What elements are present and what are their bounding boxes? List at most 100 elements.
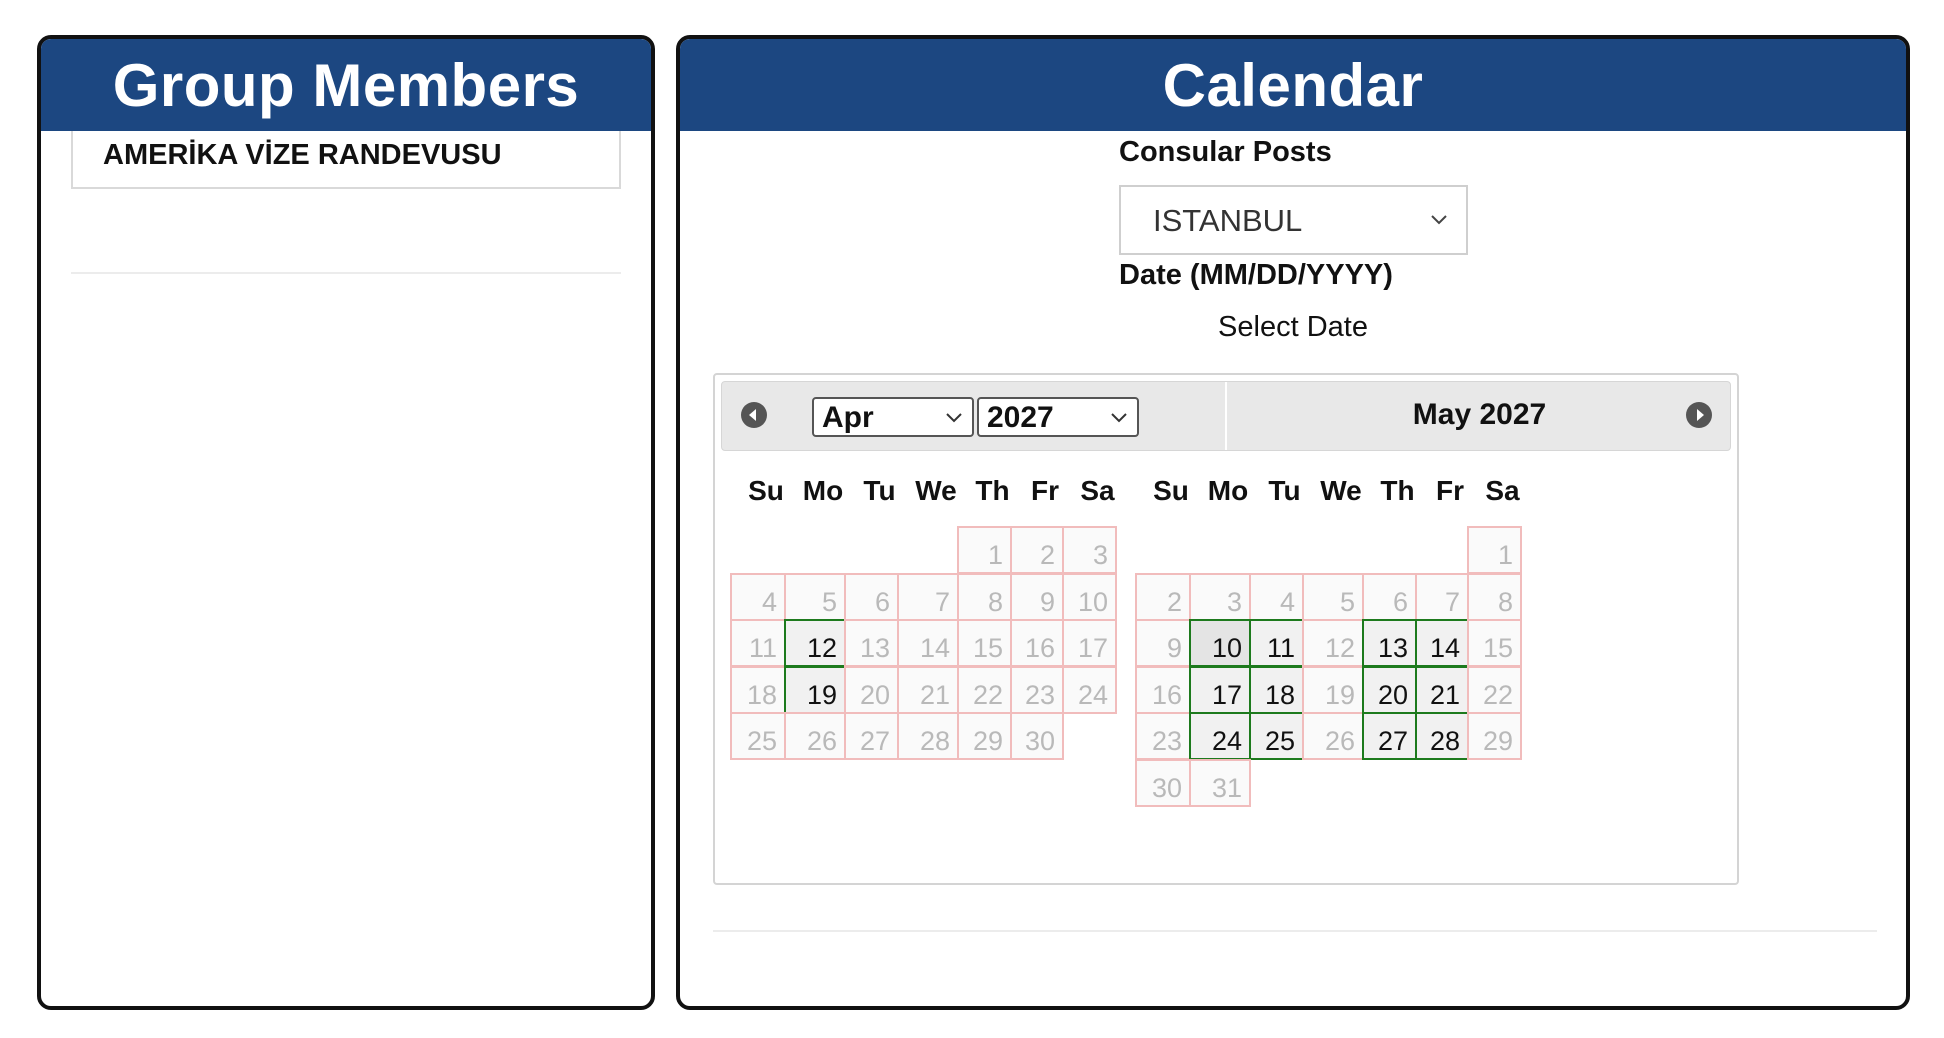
day-cell: 7 xyxy=(1415,572,1469,621)
weekday-header: We xyxy=(1320,475,1362,506)
day-cell: 6 xyxy=(844,572,899,621)
day-cell: 29 xyxy=(957,712,1012,760)
available-day-cell[interactable]: 13 xyxy=(1362,619,1417,667)
day-cell: 7 xyxy=(897,572,959,621)
day-cell: 15 xyxy=(957,619,1012,667)
available-day-cell[interactable]: 25 xyxy=(1249,712,1304,760)
day-cell: 2 xyxy=(1010,526,1064,574)
day-cell: 26 xyxy=(784,712,846,760)
day-cell: 10 xyxy=(1062,572,1117,621)
available-day-cell[interactable]: 19 xyxy=(784,665,846,714)
prev-month-button[interactable] xyxy=(741,402,767,428)
day-cell: 1 xyxy=(1467,526,1522,574)
day-cell: 4 xyxy=(730,572,786,621)
weekday-header: Sa xyxy=(1080,475,1115,506)
day-cell: 2 xyxy=(1135,572,1191,621)
weekday-header: Fr xyxy=(1436,475,1464,506)
consular-post-select[interactable]: ISTANBUL xyxy=(1119,185,1468,255)
month-grid-2: 1 2 3 4 5 6 7 8 9 10 11 12 13 14 15 16 17 18 19 20 21 22 23 24 2… xyxy=(1135,526,1605,876)
year-select-value: 2027 xyxy=(987,401,1054,434)
available-day-cell[interactable]: 11 xyxy=(1249,619,1304,667)
chevron-right-circle-icon xyxy=(1697,409,1704,421)
calendar-panel: Calendar Consular Posts ISTANBUL Date (M… xyxy=(676,35,1910,1010)
consular-post-value: ISTANBUL xyxy=(1153,203,1303,238)
day-cell: 12 xyxy=(1302,619,1364,667)
weekday-row-2: Su Mo Tu We Th Fr Sa xyxy=(1132,475,1602,509)
day-cell: 4 xyxy=(1249,572,1304,621)
available-day-cell[interactable]: 18 xyxy=(1249,665,1304,714)
day-cell: 3 xyxy=(1189,572,1251,621)
day-cell: 31 xyxy=(1189,758,1251,807)
day-cell: 14 xyxy=(897,619,959,667)
available-day-cell[interactable]: 14 xyxy=(1415,619,1469,667)
day-cell: 20 xyxy=(844,665,899,714)
weekday-header: We xyxy=(915,475,957,506)
month-select-value: Apr xyxy=(822,401,874,434)
day-cell: 18 xyxy=(730,665,786,714)
day-cell: 1 xyxy=(957,526,1012,574)
weekday-header: Th xyxy=(1380,475,1415,506)
day-cell: 9 xyxy=(1010,572,1064,621)
day-cell: 16 xyxy=(1010,619,1064,667)
weekday-header: Th xyxy=(975,475,1010,506)
calendar-title: Calendar xyxy=(680,39,1906,131)
day-cell: 30 xyxy=(1135,758,1191,807)
day-cell: 8 xyxy=(1467,572,1522,621)
day-cell: 22 xyxy=(1467,665,1522,714)
day-cell: 24 xyxy=(1062,665,1117,714)
day-cell: 22 xyxy=(957,665,1012,714)
day-cell: 28 xyxy=(897,712,959,760)
day-cell: 13 xyxy=(844,619,899,667)
weekday-header: Sa xyxy=(1485,475,1520,506)
day-cell: 8 xyxy=(957,572,1012,621)
available-day-cell[interactable]: 20 xyxy=(1362,665,1417,714)
chevron-down-icon xyxy=(1431,215,1447,225)
day-cell: 9 xyxy=(1135,619,1191,667)
day-cell: 16 xyxy=(1135,665,1191,714)
day-cell: 23 xyxy=(1010,665,1064,714)
available-day-cell[interactable]: 17 xyxy=(1189,665,1251,714)
group-members-panel: Group Members AMERİKA VİZE RANDEVUSU xyxy=(37,35,655,1010)
weekday-header: Mo xyxy=(802,475,844,506)
date-format-label: Date (MM/DD/YYYY) xyxy=(1119,259,1393,291)
available-day-cell[interactable]: 24 xyxy=(1189,712,1251,760)
group-member-item[interactable]: AMERİKA VİZE RANDEVUSU xyxy=(71,131,621,189)
day-cell: 6 xyxy=(1362,572,1417,621)
chevron-left-circle-icon xyxy=(749,409,756,421)
available-day-cell[interactable]: 12 xyxy=(784,619,846,667)
year-select[interactable]: 2027 xyxy=(977,397,1139,437)
weekday-header: Tu xyxy=(1268,475,1301,506)
weekday-header: Su xyxy=(1153,475,1189,506)
available-day-cell[interactable]: 21 xyxy=(1415,665,1469,714)
chevron-down-icon xyxy=(1111,413,1127,423)
divider xyxy=(713,930,1877,932)
weekday-header: Fr xyxy=(1031,475,1059,506)
weekday-header: Su xyxy=(748,475,784,506)
day-cell: 29 xyxy=(1467,712,1522,760)
day-cell: 17 xyxy=(1062,619,1117,667)
divider xyxy=(71,272,621,274)
chevron-down-icon xyxy=(946,413,962,423)
day-cell: 25 xyxy=(730,712,786,760)
next-month-button[interactable] xyxy=(1686,402,1712,428)
day-cell: 19 xyxy=(1302,665,1364,714)
day-cell: 5 xyxy=(1302,572,1364,621)
day-cell: 3 xyxy=(1062,526,1117,574)
day-cell: 11 xyxy=(730,619,786,667)
day-cell: 26 xyxy=(1302,712,1364,760)
datepicker: Apr 2027 May 2027 Su Mo Tu We Th Fr Sa Su Mo Tu W… xyxy=(713,373,1739,885)
day-cell: 27 xyxy=(844,712,899,760)
consular-posts-label: Consular Posts xyxy=(1119,136,1332,168)
available-day-cell[interactable]: 28 xyxy=(1415,712,1469,760)
day-cell: 5 xyxy=(784,572,846,621)
month-grid-1: 1 2 3 4 5 6 7 8 9 10 11 12 13 14 15 16 17 18 19 20 21 22 23 24 2… xyxy=(730,526,1200,876)
available-day-cell[interactable]: 27 xyxy=(1362,712,1417,760)
group-members-title: Group Members xyxy=(41,39,651,131)
weekday-row-1: Su Mo Tu We Th Fr Sa xyxy=(727,475,1197,509)
datepicker-header: Apr 2027 May 2027 xyxy=(721,381,1731,451)
available-day-cell[interactable]: 10 xyxy=(1189,619,1251,667)
select-date-text: Select Date xyxy=(1218,311,1368,343)
day-cell: 23 xyxy=(1135,712,1191,760)
month-select[interactable]: Apr xyxy=(812,397,974,437)
weekday-header: Tu xyxy=(863,475,896,506)
